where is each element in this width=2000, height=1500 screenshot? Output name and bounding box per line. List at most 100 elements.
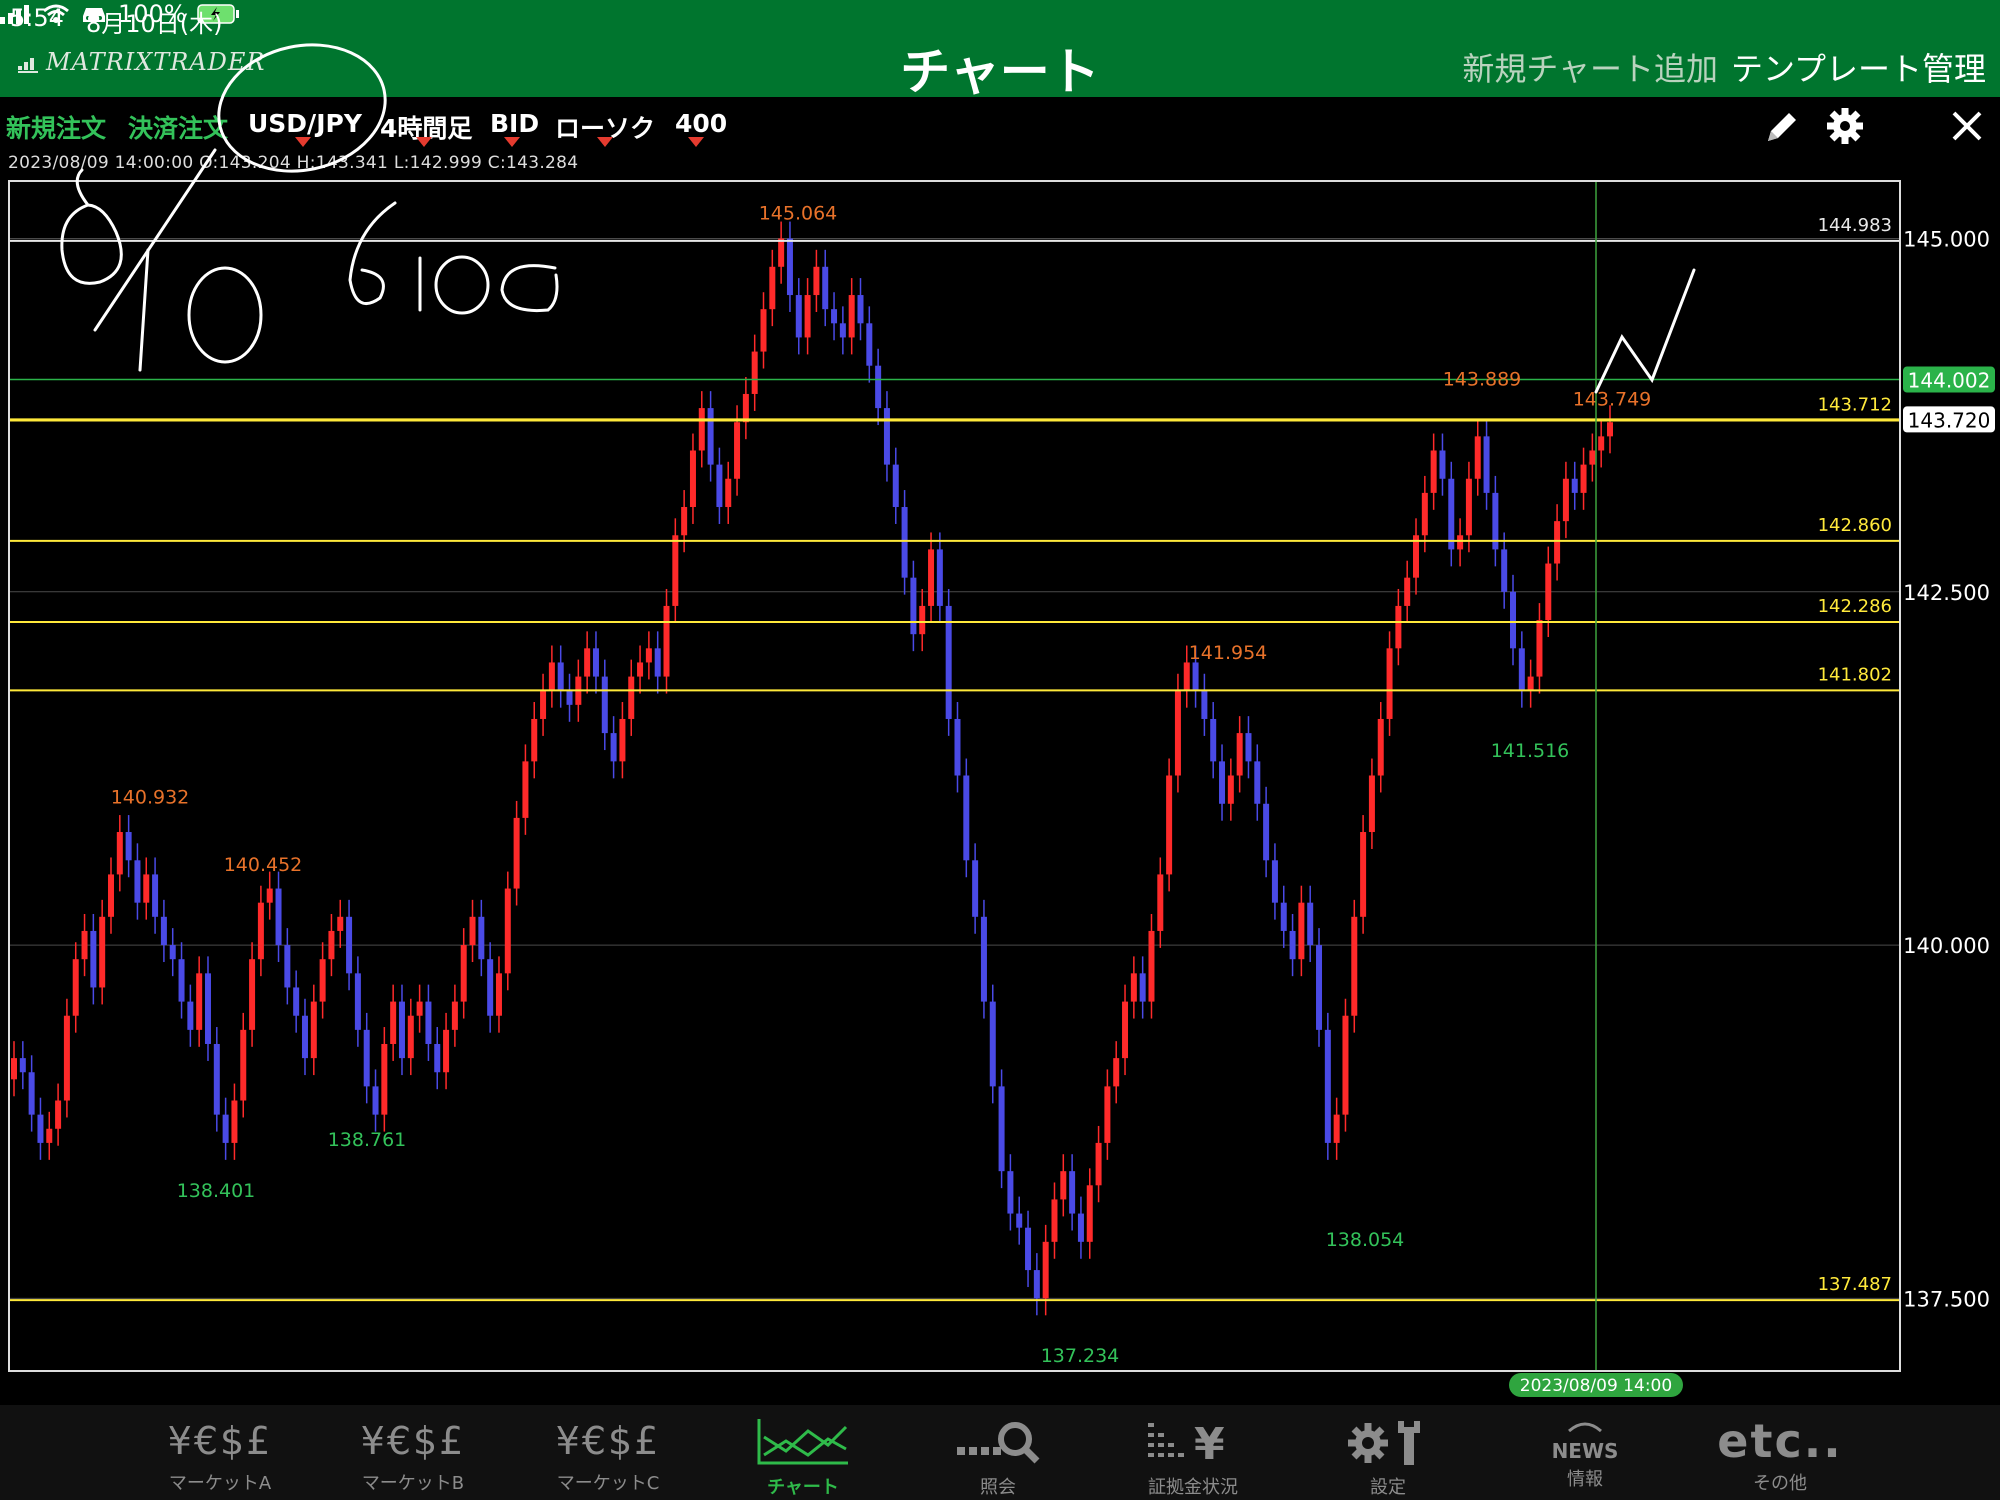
news-icon [1568, 1422, 1602, 1433]
high-marker-label: 140.932 [111, 786, 190, 808]
candle-body [645, 648, 652, 663]
candle-body [504, 888, 511, 974]
tab-market-a[interactable]: ¥€$£ マーケットA [140, 1405, 300, 1500]
candle-body [1095, 1142, 1102, 1186]
candle-body [813, 266, 820, 296]
candle-body [663, 605, 670, 677]
candle-body [337, 916, 344, 931]
tab-label: 証拠金状況 [1148, 1477, 1238, 1498]
level-label: 141.802 [1818, 664, 1892, 685]
candle-body [425, 1001, 432, 1044]
candle-body [804, 295, 811, 338]
candle-body [1069, 1171, 1076, 1214]
candle-body [751, 351, 758, 394]
candle-body [1510, 591, 1517, 649]
candle-body [266, 888, 273, 903]
candlestick-chart[interactable]: 144.983 143.712 142.860 142.286 141.802 137.4… [0, 0, 2000, 1405]
candle-body [1042, 1241, 1049, 1299]
y-tick-label: 145.000 [1903, 228, 1990, 252]
candle-body [698, 408, 705, 451]
y-tick-label: 137.500 [1903, 1287, 1990, 1311]
candle-body [936, 549, 943, 606]
candle-body [1025, 1227, 1032, 1271]
candle-body [672, 535, 679, 606]
tab-other[interactable]: etc.. その他 [1700, 1405, 1860, 1500]
tab-news[interactable]: NEWS 情報 [1505, 1405, 1665, 1500]
candle-body [213, 1043, 220, 1115]
candle-body [1289, 930, 1296, 960]
candle-body [1298, 902, 1305, 960]
candle-body [839, 323, 846, 338]
tab-market-c[interactable]: ¥€$£ マーケットC [528, 1405, 688, 1500]
candle-body [1430, 450, 1437, 493]
tab-label: 情報 [1567, 1469, 1603, 1490]
candle-body [742, 393, 749, 423]
candle-body [901, 507, 908, 578]
candle-body [116, 832, 123, 875]
candle-body [989, 1001, 996, 1087]
candle-body [795, 295, 802, 338]
candle-body [1210, 718, 1217, 762]
candle-body [90, 930, 97, 988]
candle-body [390, 1001, 397, 1044]
candle-body [249, 959, 256, 1030]
crosshair-date-label: 2023/08/09 14:00 [1520, 1376, 1672, 1396]
candle-body [1571, 478, 1578, 493]
tab-market-b[interactable]: ¥€$£ マーケットB [333, 1405, 493, 1500]
candle-body [619, 718, 626, 762]
candle-body [1501, 549, 1508, 592]
news-text: NEWS [1551, 1439, 1619, 1463]
bid-price-label: 143.720 [1908, 408, 1991, 432]
candle-body [689, 450, 696, 508]
candle-body [1607, 422, 1613, 437]
candle-body [1192, 662, 1199, 691]
tab-margin-status[interactable]: ¥ 証拠金状況 [1113, 1405, 1273, 1500]
candle-body [301, 1015, 308, 1059]
candle-body [222, 1114, 229, 1143]
tab-chart[interactable]: チャート [723, 1405, 883, 1500]
candle-body [178, 959, 185, 1002]
candle-body [1016, 1213, 1023, 1228]
tab-settings[interactable]: 設定 [1308, 1405, 1468, 1500]
candle-body [848, 295, 855, 338]
candle-body [1368, 775, 1375, 833]
candle-body [857, 295, 864, 324]
candle-body [1271, 860, 1278, 903]
candle-body [592, 648, 599, 677]
candle-body [954, 718, 961, 776]
tab-label: 照会 [980, 1477, 1016, 1498]
svg-text:¥: ¥ [1194, 1419, 1225, 1467]
candle-body [1351, 916, 1358, 1016]
candle-body [1554, 521, 1561, 564]
candle-body [1139, 973, 1146, 1002]
candle-body [1342, 1015, 1349, 1115]
level-label: 137.487 [1818, 1274, 1892, 1295]
bottom-tab-bar: ¥€$£ マーケットA ¥€$£ マーケットB ¥€$£ マーケットC チャート… [0, 1405, 2000, 1500]
candle-body [152, 874, 159, 917]
candle-body [55, 1100, 62, 1129]
candle-body [310, 1001, 317, 1059]
candle-body [875, 365, 882, 409]
low-marker-label: 137.234 [1041, 1345, 1120, 1367]
candle-body [125, 832, 132, 861]
candle-body [143, 874, 150, 903]
candle-body [1263, 803, 1270, 861]
candle-body [1474, 436, 1481, 479]
candle-body [1219, 761, 1226, 804]
candle-body [1439, 450, 1446, 479]
tab-inquiry[interactable]: 照会 [918, 1405, 1078, 1500]
candle-body [478, 916, 485, 960]
low-marker-label: 138.401 [177, 1180, 256, 1202]
candle-body [910, 577, 917, 635]
candle-body [513, 817, 520, 889]
candle-body [584, 648, 591, 677]
high-marker-label: 140.452 [224, 854, 303, 876]
candle-body [1483, 436, 1490, 493]
handwritten-annotation [60, 43, 1696, 394]
candle-body [963, 775, 970, 861]
candle-body [769, 266, 776, 310]
tab-label: マーケットB [361, 1473, 465, 1494]
candle-body [1465, 478, 1472, 536]
candle-body [196, 973, 203, 1030]
high-marker-label: 145.064 [759, 202, 838, 224]
